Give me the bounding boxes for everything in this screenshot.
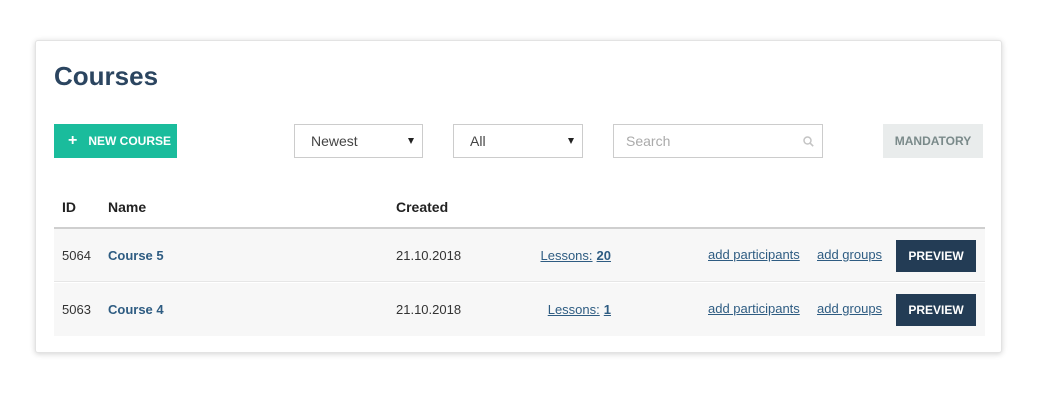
created-date: 21.10.2018 xyxy=(396,302,462,317)
table-row: 5064 Course 5 21.10.2018 Lessons: 20 add … xyxy=(54,229,985,282)
plus-icon: + xyxy=(68,132,78,149)
preview-button[interactable]: Preview xyxy=(896,240,976,272)
lessons-count: 20 xyxy=(596,248,611,263)
caret-down-icon xyxy=(568,138,574,144)
add-participants-link[interactable]: add participants xyxy=(708,301,800,316)
page-title: Courses xyxy=(54,61,159,91)
mandatory-button[interactable]: Mandatory xyxy=(883,124,983,158)
preview-button[interactable]: Preview xyxy=(896,294,976,326)
search-input[interactable] xyxy=(614,125,794,157)
caret-down-icon xyxy=(408,138,414,144)
lessons-link[interactable]: Lessons: 1 xyxy=(548,302,611,317)
table-row: 5063 Course 4 21.10.2018 Lessons: 1 add p… xyxy=(54,283,985,336)
course-id: 5064 xyxy=(62,248,91,263)
add-groups-link[interactable]: add groups xyxy=(817,301,882,316)
lessons-link[interactable]: Lessons: 20 xyxy=(540,248,611,263)
created-date: 21.10.2018 xyxy=(396,248,462,263)
lessons-label: Lessons: xyxy=(547,302,600,317)
column-header-id: ID xyxy=(62,199,76,215)
add-groups-link[interactable]: add groups xyxy=(817,247,882,262)
new-course-button[interactable]: + New Course xyxy=(54,124,177,158)
course-id: 5063 xyxy=(62,302,91,317)
search-box xyxy=(613,124,823,158)
lessons-label: Lessons: xyxy=(540,248,593,263)
course-name-link[interactable]: Course 5 xyxy=(108,248,164,263)
new-course-label: New Course xyxy=(88,134,172,148)
courses-card: Courses + New Course Newest All Mandator… xyxy=(35,40,1002,353)
sort-select-value: Newest xyxy=(311,133,358,149)
column-header-name: Name xyxy=(108,199,147,215)
search-icon[interactable] xyxy=(803,136,814,147)
table-header: ID Name Created xyxy=(54,191,985,229)
column-header-created: Created xyxy=(396,199,449,215)
sort-select[interactable]: Newest xyxy=(294,124,423,158)
filter-select[interactable]: All xyxy=(453,124,583,158)
add-participants-link[interactable]: add participants xyxy=(708,247,800,262)
filter-select-value: All xyxy=(470,133,486,149)
course-name-link[interactable]: Course 4 xyxy=(108,302,164,317)
lessons-count: 1 xyxy=(603,302,611,317)
